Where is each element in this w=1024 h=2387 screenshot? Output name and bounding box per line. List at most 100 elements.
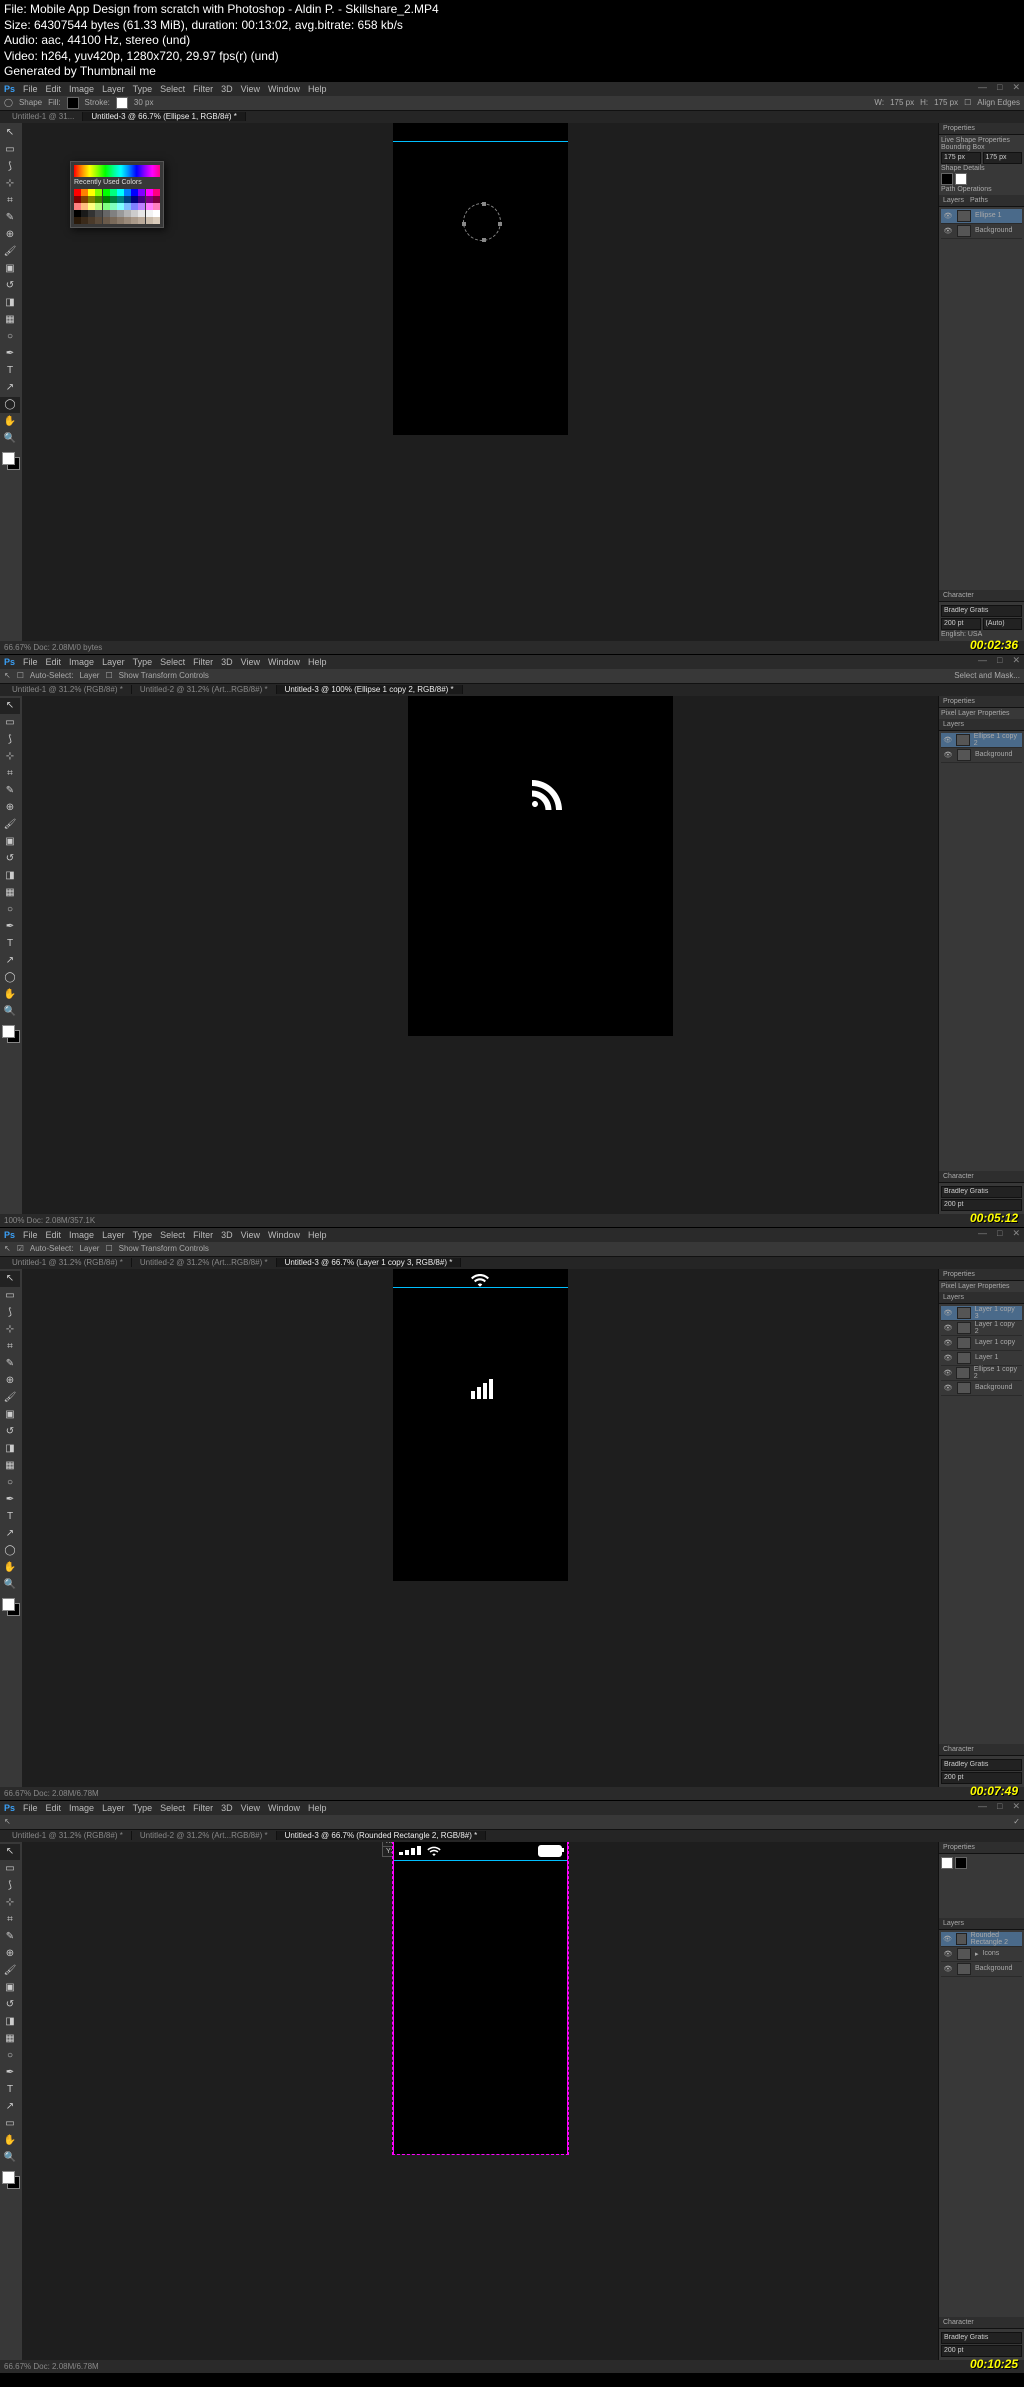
menu-3d[interactable]: 3D — [221, 84, 233, 94]
char-tab[interactable]: Character — [943, 592, 974, 599]
move-tool-icon[interactable]: ↖ — [4, 671, 11, 680]
meta-audio: Audio: aac, 44100 Hz, stereo (und) — [4, 33, 1020, 49]
canvas[interactable] — [22, 1269, 938, 1787]
brush-tool[interactable]: 🖌 — [0, 244, 20, 260]
layer-row[interactable]: 👁Ellipse 1 — [941, 209, 1022, 224]
menu-layer[interactable]: Layer — [102, 84, 125, 94]
commit-icon[interactable]: ✓ — [1013, 1817, 1020, 1826]
type-tool[interactable]: T — [0, 363, 20, 379]
battery-icon — [538, 1845, 562, 1857]
min-icon[interactable]: — — [978, 82, 987, 93]
gradient-tool[interactable]: ▦ — [0, 312, 20, 328]
canvas[interactable]: X: 3,267 in Y: 1.000 in — [22, 1842, 938, 2360]
canvas[interactable] — [22, 696, 938, 1214]
rss-icon — [526, 774, 562, 813]
toolbar: ↖ ▭ ⟆ ⊹ ⌗ ✎ ⊕ 🖌 ▣ ↺ ◨ ▦ ○ ✒ T ↗ ◯ ✋ 🔍 — [0, 123, 22, 641]
layers-panel[interactable]: 👁Ellipse 1 👁Background — [939, 207, 1024, 590]
canvas[interactable]: Recently Used Colors — [22, 123, 938, 641]
auto-select[interactable]: Auto-Select: — [30, 671, 74, 680]
tabbar: Untitled-1 @ 31... Untitled-3 @ 66.7% (E… — [0, 111, 1024, 123]
hand-tool[interactable]: ✋ — [0, 414, 20, 430]
w-val[interactable]: 175 px — [890, 98, 914, 107]
channels-tab[interactable]: Paths — [970, 197, 988, 204]
frame-4: Ps FileEditImageLayerTypeSelectFilter3DV… — [0, 1801, 1024, 2374]
ellipse-shape[interactable] — [463, 203, 501, 241]
align-edges[interactable]: Align Edges — [977, 98, 1020, 107]
menu-file[interactable]: File — [23, 657, 38, 667]
close-icon[interactable]: ✕ — [1012, 82, 1020, 93]
panels: Properties Live Shape Properties Boundin… — [938, 123, 1024, 641]
menu-type[interactable]: Type — [133, 84, 153, 94]
stroke-swatch[interactable] — [116, 97, 128, 109]
swatches-title: Recently Used Colors — [74, 179, 160, 186]
opt-shape[interactable]: Shape — [19, 98, 42, 107]
shape-tool[interactable]: ◯ — [0, 397, 20, 413]
heal-tool[interactable]: ⊕ — [0, 227, 20, 243]
stroke-width[interactable]: 30 px — [134, 98, 154, 107]
marquee-tool[interactable]: ▭ — [0, 142, 20, 158]
shape-fill[interactable] — [941, 173, 953, 185]
leading[interactable] — [983, 618, 1023, 630]
history-tool[interactable]: ↺ — [0, 278, 20, 294]
font-size[interactable] — [941, 618, 981, 630]
signal-bars-icon — [471, 1379, 493, 1399]
auto-select-target[interactable]: Layer — [79, 671, 99, 680]
signal-bars-icon — [399, 1846, 421, 1855]
tab-1[interactable]: Untitled-1 @ 31... — [4, 112, 83, 121]
meta-file: File: Mobile App Design from scratch wit… — [4, 2, 1020, 18]
menu-edit[interactable]: Edit — [46, 84, 62, 94]
fill-swatch[interactable] — [67, 97, 79, 109]
menu-select[interactable]: Select — [160, 84, 185, 94]
props-tab[interactable]: Properties — [943, 125, 975, 132]
props-title: Live Shape Properties — [941, 137, 1022, 144]
menu-view[interactable]: View — [241, 84, 260, 94]
prop-h[interactable] — [983, 152, 1023, 164]
menu-image[interactable]: Image — [69, 84, 94, 94]
blur-tool[interactable]: ○ — [0, 329, 20, 345]
path-ops-label: Path Operations — [941, 186, 1022, 193]
show-transform[interactable]: Show Transform Controls — [119, 671, 209, 680]
wifi-icon — [471, 1273, 489, 1290]
eyedropper-tool[interactable]: ✎ — [0, 210, 20, 226]
prop-w[interactable] — [941, 152, 981, 164]
meta-video: Video: h264, yuv420p, 1280x720, 29.97 fp… — [4, 49, 1020, 65]
statusbar: 66.67% Doc: 2.08M/0 bytes — [0, 641, 1024, 655]
menu-window[interactable]: Window — [268, 84, 300, 94]
eye-icon[interactable]: 👁 — [943, 227, 953, 235]
layer-row[interactable]: 👁Background — [941, 224, 1022, 239]
wifi-icon — [427, 1846, 441, 1856]
wand-tool[interactable]: ⊹ — [0, 176, 20, 192]
pen-tool[interactable]: ✒ — [0, 346, 20, 362]
swatches-popup[interactable]: Recently Used Colors — [70, 161, 164, 228]
menu-filter[interactable]: Filter — [193, 84, 213, 94]
h-val[interactable]: 175 px — [934, 98, 958, 107]
move-tool[interactable]: ↖ — [0, 125, 20, 141]
path-tool[interactable]: ↗ — [0, 380, 20, 396]
swatch-strip[interactable] — [74, 165, 160, 177]
menu-file[interactable]: File — [23, 84, 38, 94]
eraser-tool[interactable]: ◨ — [0, 295, 20, 311]
stamp-tool[interactable]: ▣ — [0, 261, 20, 277]
crop-tool[interactable]: ⌗ — [0, 193, 20, 209]
swatch-grid[interactable] — [74, 189, 160, 224]
meta-gen: Generated by Thumbnail me — [4, 64, 1020, 80]
layers-tab[interactable]: Layers — [943, 197, 964, 204]
layer-row[interactable]: 👁Ellipse 1 copy 2 — [941, 733, 1022, 748]
tab-2[interactable]: Untitled-3 @ 66.7% (Ellipse 1, RGB/8#) * — [83, 112, 246, 121]
move-tool[interactable]: ↖ — [0, 698, 20, 714]
menu-help[interactable]: Help — [308, 84, 327, 94]
zoom-tool[interactable]: 🔍 — [0, 431, 20, 447]
shape-tool-icon[interactable]: ◯ — [4, 98, 13, 107]
shape-stroke[interactable] — [955, 173, 967, 185]
lang[interactable]: English: USA — [941, 631, 982, 638]
select-mask-btn[interactable]: Select and Mask... — [954, 671, 1020, 680]
shape-details-label: Shape Details — [941, 165, 1022, 172]
fg-bg-colors[interactable] — [2, 452, 20, 470]
h-label: H: — [920, 98, 928, 107]
font-family[interactable] — [941, 605, 1022, 617]
max-icon[interactable]: □ — [997, 82, 1002, 93]
lasso-tool[interactable]: ⟆ — [0, 159, 20, 175]
eye-icon[interactable]: 👁 — [943, 212, 953, 220]
frame-1: Ps File Edit Image Layer Type Select Fil… — [0, 82, 1024, 655]
layer-row[interactable]: 👁Background — [941, 748, 1022, 763]
